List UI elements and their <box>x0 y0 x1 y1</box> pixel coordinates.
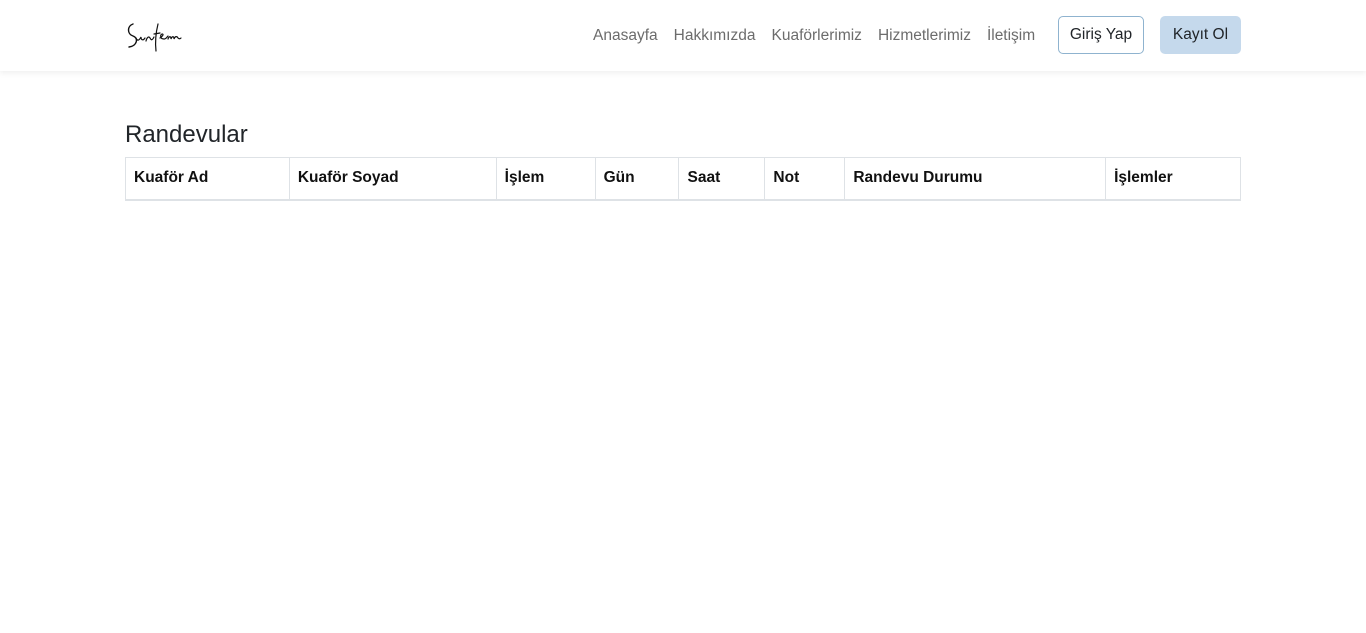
brand-logo[interactable] <box>125 14 185 56</box>
table-header: Kuaför Ad Kuaför Soyad İşlem Gün Saat No… <box>125 157 1241 201</box>
column-header-gun: Gün <box>594 157 680 201</box>
nav-link-iletisim[interactable]: İletişim <box>987 26 1035 46</box>
signature-logo-icon <box>127 23 182 52</box>
column-header-kuafor-ad: Kuaför Ad <box>125 157 290 201</box>
appointments-table: Kuaför Ad Kuaför Soyad İşlem Gün Saat No… <box>125 157 1241 201</box>
table-header-row: Kuaför Ad Kuaför Soyad İşlem Gün Saat No… <box>125 157 1241 201</box>
column-header-islem: İşlem <box>495 157 596 201</box>
column-header-randevu-durumu: Randevu Durumu <box>844 157 1107 201</box>
column-header-islemler: İşlemler <box>1105 157 1241 201</box>
navbar: Anasayfa Hakkımızda Kuaförlerimiz Hizmet… <box>0 0 1366 71</box>
nav-link-anasayfa[interactable]: Anasayfa <box>593 26 658 46</box>
register-button[interactable]: Kayıt Ol <box>1160 16 1241 54</box>
nav-link-hakkimizda[interactable]: Hakkımızda <box>674 26 756 46</box>
page-title: Randevular <box>125 121 248 148</box>
column-header-saat: Saat <box>678 157 766 201</box>
column-header-not: Not <box>764 157 846 201</box>
nav-link-kuaforlerimiz[interactable]: Kuaförlerimiz <box>771 26 861 46</box>
login-button[interactable]: Giriş Yap <box>1058 16 1144 54</box>
column-header-kuafor-soyad: Kuaför Soyad <box>288 157 497 201</box>
nav-link-hizmetlerimiz[interactable]: Hizmetlerimiz <box>878 26 971 46</box>
main-nav: Anasayfa Hakkımızda Kuaförlerimiz Hizmet… <box>593 26 1035 46</box>
